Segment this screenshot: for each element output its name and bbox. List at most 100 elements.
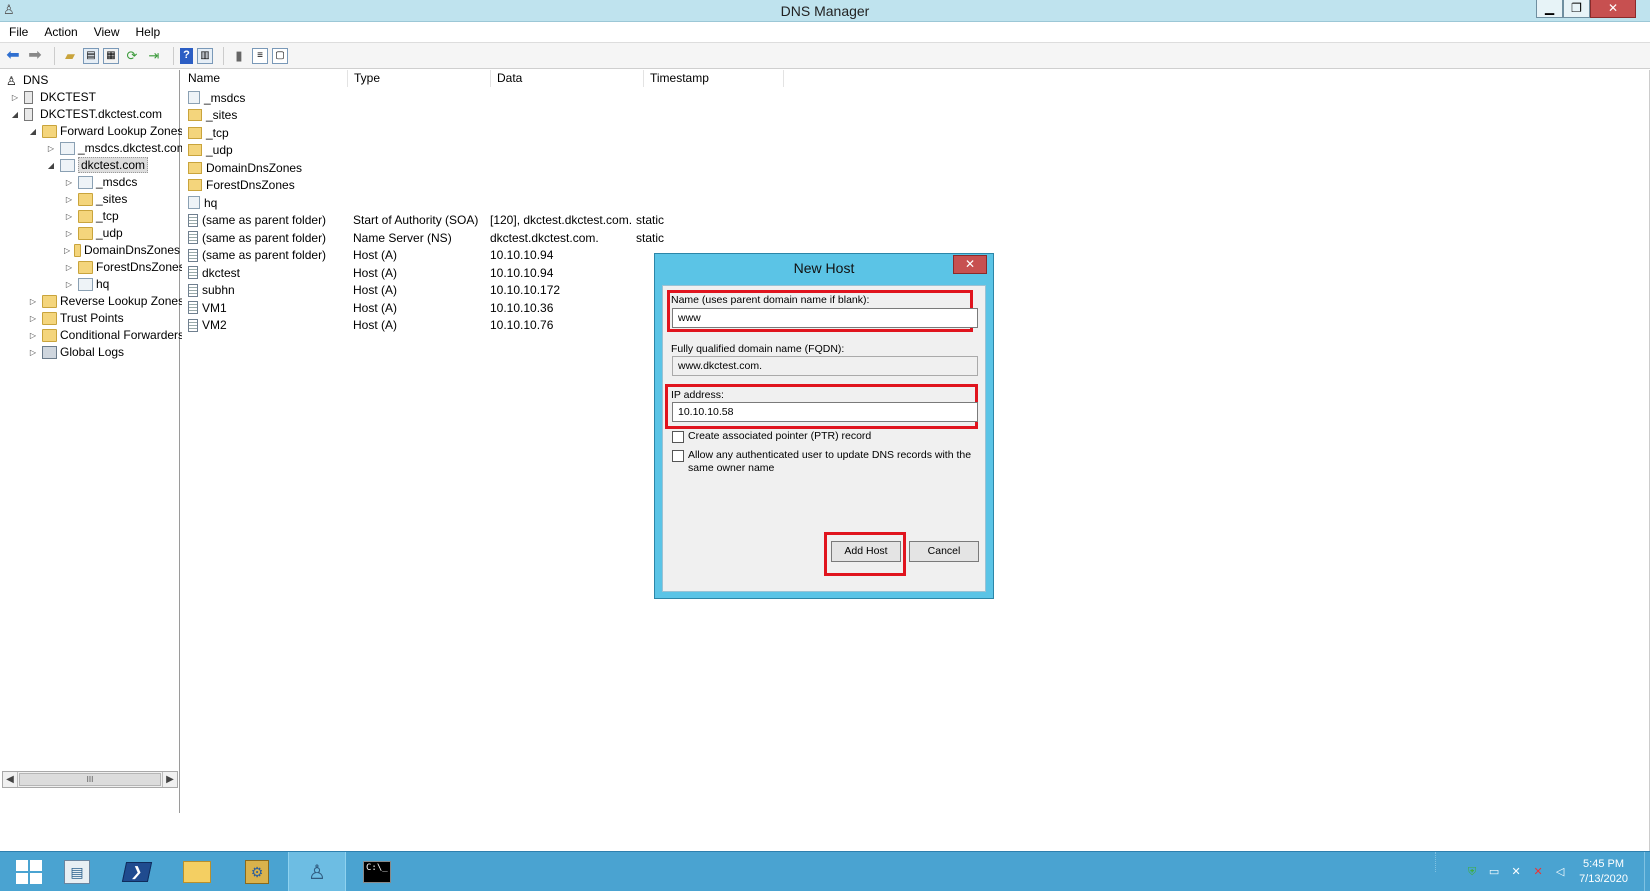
tree-item-tcp[interactable]: ▷ _tcp — [64, 208, 119, 224]
record-type: Host (A) — [353, 265, 398, 280]
record-row[interactable]: _tcp — [182, 124, 771, 141]
column-header-timestamp[interactable]: Timestamp — [644, 70, 784, 87]
record-row[interactable]: _msdcs — [182, 89, 771, 106]
tree-item-label: _udp — [96, 226, 123, 240]
menu-view[interactable]: View — [94, 25, 120, 39]
record-row[interactable]: ForestDnsZones — [182, 177, 771, 194]
back-icon[interactable]: ⬅ — [4, 47, 22, 65]
show-desktop-button[interactable] — [1644, 852, 1650, 891]
up-folder-icon[interactable]: ▰ — [61, 47, 79, 65]
record-row[interactable]: _sites — [182, 107, 771, 124]
tree-item-dkctest-com[interactable]: ◢ dkctest.com — [46, 157, 149, 173]
help-icon[interactable]: ? — [180, 47, 193, 64]
export-list-icon[interactable]: ⇥ — [145, 47, 163, 65]
scroll-right-icon[interactable]: ▶ — [162, 772, 177, 787]
expand-arrow-icon[interactable]: ▷ — [28, 331, 38, 340]
taskbar-admin-tools[interactable]: ⚙ — [228, 852, 286, 891]
tree-item-hq[interactable]: ▷ hq — [64, 276, 109, 292]
taskbar-file-explorer[interactable] — [168, 852, 226, 891]
tree-item-reverse-lookup-zones[interactable]: ▷ Reverse Lookup Zones — [28, 293, 184, 309]
list-view-icon[interactable]: ≡ — [252, 47, 268, 64]
column-header-data[interactable]: Data — [491, 70, 644, 87]
zone-icon[interactable]: ▢ — [272, 47, 288, 64]
speaker-muted-icon[interactable]: ✕ — [1531, 865, 1545, 879]
close-button[interactable]: ✕ — [1590, 0, 1636, 18]
forward-icon[interactable]: ➡ — [26, 47, 44, 65]
scroll-thumb[interactable]: III — [19, 773, 161, 786]
minimize-button[interactable]: ▁ — [1536, 0, 1563, 18]
record-row[interactable]: _udp — [182, 142, 771, 159]
record-data: 10.10.10.94 — [490, 248, 554, 262]
tree-item-sites[interactable]: ▷ _sites — [64, 191, 127, 207]
scroll-left-icon[interactable]: ◀ — [3, 772, 18, 787]
menu-help[interactable]: Help — [136, 25, 161, 39]
column-header-name[interactable]: Name — [182, 70, 348, 87]
taskbar-cmd[interactable]: C:\_ — [348, 852, 406, 891]
network-warning-icon[interactable]: ✕ — [1509, 865, 1523, 879]
tree-item-msdcs-zone[interactable]: ▷ _msdcs.dkctest.com — [46, 140, 187, 156]
toolbar: ⬅ ➡ ▰ ▤ ▦ ⟳ ⇥ ? ▥ ▮ ≡ ▢ — [0, 42, 1650, 69]
ip-address-field[interactable]: 10.10.10.58 — [672, 402, 978, 422]
record-row[interactable]: (same as parent folder) Start of Authorit… — [182, 212, 771, 229]
tree-item-trust-points[interactable]: ▷ Trust Points — [28, 310, 124, 326]
properties-icon[interactable]: ▦ — [103, 47, 119, 64]
expand-arrow-icon[interactable]: ▷ — [28, 348, 38, 357]
record-row[interactable]: DomainDnsZones — [182, 159, 771, 176]
menu-action[interactable]: Action — [44, 25, 77, 39]
tree-item-domaindnszones[interactable]: ▷ DomainDnsZones — [64, 242, 180, 258]
server-icon[interactable]: ▮ — [230, 47, 248, 65]
collapse-arrow-icon[interactable]: ◢ — [10, 110, 20, 119]
volume-icon[interactable]: ◁ — [1553, 865, 1567, 879]
expand-arrow-icon[interactable]: ▷ — [64, 280, 74, 289]
record-name: (same as parent folder) — [202, 213, 327, 227]
tree-item-forestdnszones[interactable]: ▷ ForestDnsZones — [64, 259, 185, 275]
allow-update-checkbox[interactable] — [672, 450, 684, 462]
expand-arrow-icon[interactable]: ▷ — [64, 178, 74, 187]
expand-arrow-icon[interactable]: ▷ — [28, 297, 38, 306]
name-field[interactable]: www — [672, 308, 978, 328]
tree-item-udp[interactable]: ▷ _udp — [64, 225, 123, 241]
keyboard-icon[interactable]: ▭ — [1487, 865, 1501, 879]
expand-arrow-icon[interactable]: ▷ — [46, 144, 56, 153]
maximize-button[interactable]: ❐ — [1563, 0, 1590, 18]
expand-arrow-icon[interactable]: ▷ — [64, 263, 74, 272]
expand-arrow-icon[interactable]: ▷ — [28, 314, 38, 323]
taskbar-server-manager[interactable]: ▤ — [48, 852, 106, 891]
record-row[interactable]: (same as parent folder) Name Server (NS) d… — [182, 229, 771, 246]
tree-item-dkctest-dkctest-com[interactable]: ◢ DKCTEST.dkctest.com — [10, 106, 162, 122]
tree-item-msdcs[interactable]: ▷ _msdcs — [64, 174, 137, 190]
expand-arrow-icon[interactable]: ▷ — [64, 195, 74, 204]
tree-horizontal-scrollbar[interactable]: ◀ III ▶ — [2, 771, 178, 788]
expand-arrow-icon[interactable]: ▷ — [10, 93, 20, 102]
column-header-type[interactable]: Type — [348, 70, 491, 87]
folder-icon — [42, 124, 57, 138]
expand-arrow-icon[interactable]: ▷ — [64, 246, 70, 255]
cancel-button[interactable]: Cancel — [909, 541, 979, 562]
collapse-arrow-icon[interactable]: ◢ — [46, 161, 56, 170]
tree-item-dkctest[interactable]: ▷ DKCTEST — [10, 89, 96, 105]
ptr-checkbox[interactable] — [672, 431, 684, 443]
collapse-arrow-icon[interactable]: ◢ — [28, 127, 38, 136]
taskbar-powershell[interactable]: ❯ — [108, 852, 166, 891]
record-type: Host (A) — [353, 318, 398, 332]
dialog-close-button[interactable]: ✕ — [953, 255, 987, 274]
tree-item-forward-lookup-zones[interactable]: ◢ Forward Lookup Zones — [28, 123, 183, 139]
action-pane-icon[interactable]: ▥ — [197, 47, 213, 64]
expand-arrow-icon[interactable]: ▷ — [64, 212, 74, 221]
tree-item-label: _msdcs.dkctest.com — [78, 141, 187, 155]
dns-icon: ♙ — [6, 73, 17, 88]
menu-file[interactable]: File — [9, 25, 28, 39]
tree-item-conditional-forwarders[interactable]: ▷ Conditional Forwarders — [28, 327, 184, 343]
taskbar-dns-manager[interactable]: ♙ — [288, 852, 346, 891]
add-host-button[interactable]: Add Host — [831, 541, 901, 562]
expand-arrow-icon[interactable]: ▷ — [64, 229, 74, 238]
security-shield-icon[interactable]: ⛨ — [1465, 865, 1479, 879]
ptr-checkbox-row[interactable]: Create associated pointer (PTR) record — [672, 430, 972, 443]
tree-item-global-logs[interactable]: ▷ Global Logs — [28, 344, 124, 360]
tree-item-dns-root[interactable]: ♙ DNS — [6, 72, 48, 88]
clock[interactable]: 5:45 PM 7/13/2020 — [1579, 857, 1628, 887]
refresh-icon[interactable]: ⟳ — [123, 47, 141, 65]
record-row[interactable]: hq — [182, 194, 771, 211]
allow-update-checkbox-row[interactable]: Allow any authenticated user to update D… — [672, 449, 972, 475]
show-hide-tree-icon[interactable]: ▤ — [83, 47, 99, 64]
